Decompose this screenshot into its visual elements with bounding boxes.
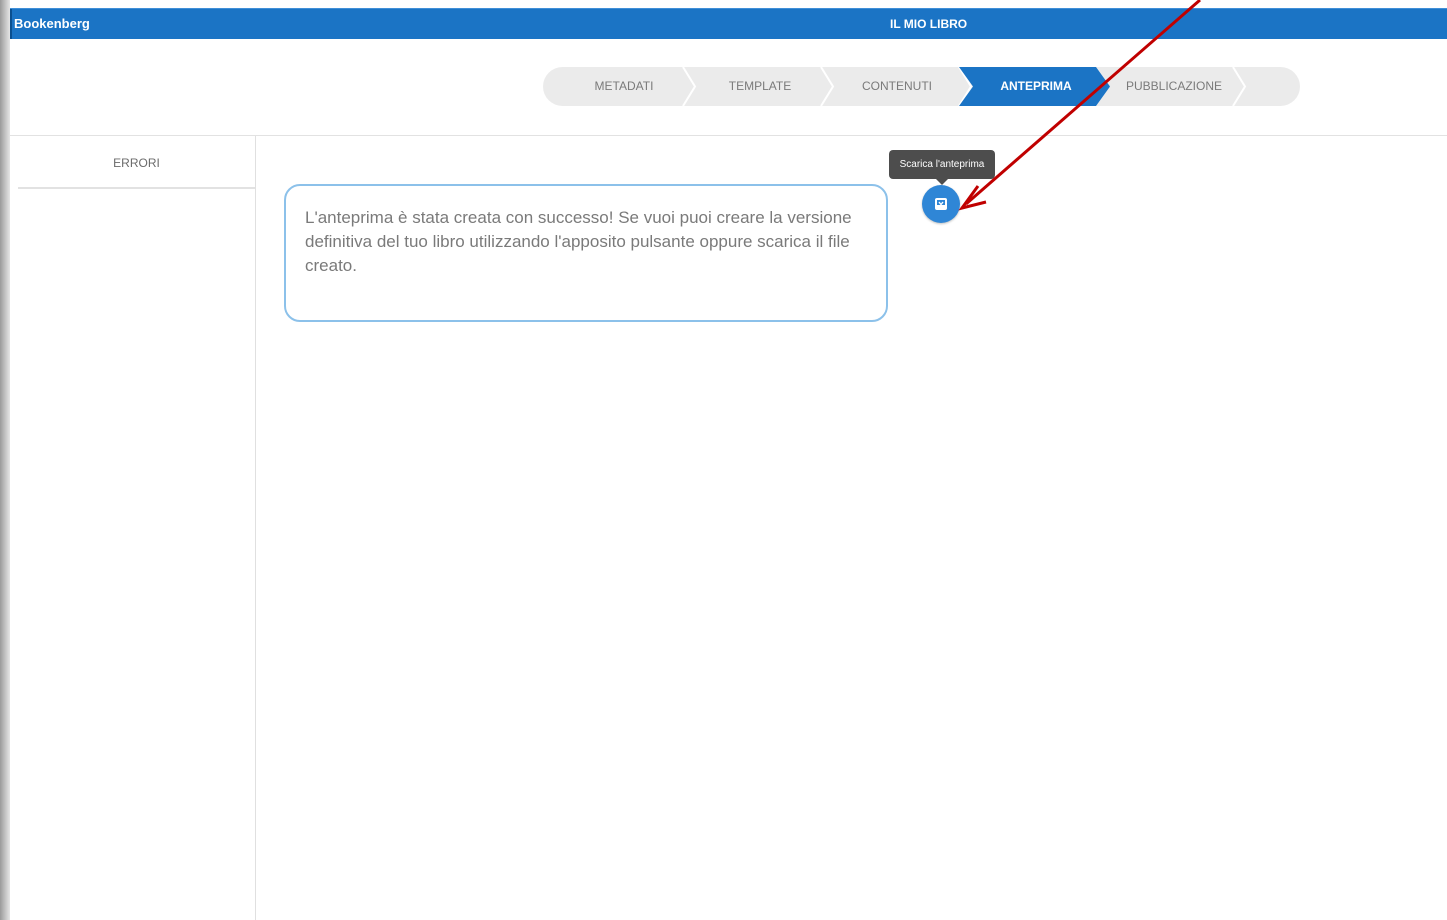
sidebar: ERRORI: [18, 136, 256, 920]
tab-errori[interactable]: ERRORI: [18, 136, 255, 189]
step-anteprima[interactable]: ANTEPRIMA: [969, 67, 1103, 106]
wizard-steps: METADATI TEMPLATE CONTENUTI ANTEPRIMA PU…: [543, 67, 1300, 106]
top-bar: Bookenberg IL MIO LIBRO: [10, 8, 1447, 39]
app-title: IL MIO LIBRO: [890, 17, 968, 31]
download-preview-button[interactable]: [922, 185, 960, 223]
success-message: L'anteprima è stata creata con successo!…: [305, 208, 852, 275]
window-left-edge: [0, 0, 10, 920]
success-message-box: L'anteprima è stata creata con successo!…: [284, 184, 888, 322]
step-contenuti[interactable]: CONTENUTI: [831, 67, 963, 106]
step-pubblicazione[interactable]: PUBBLICAZIONE: [1107, 67, 1241, 106]
app-title-wrap: IL MIO LIBRO: [10, 9, 1447, 39]
download-icon: [935, 198, 947, 210]
download-tooltip: Scarica l'anteprima: [889, 150, 995, 185]
step-template[interactable]: TEMPLATE: [693, 67, 827, 106]
step-metadati[interactable]: METADATI: [551, 67, 697, 106]
